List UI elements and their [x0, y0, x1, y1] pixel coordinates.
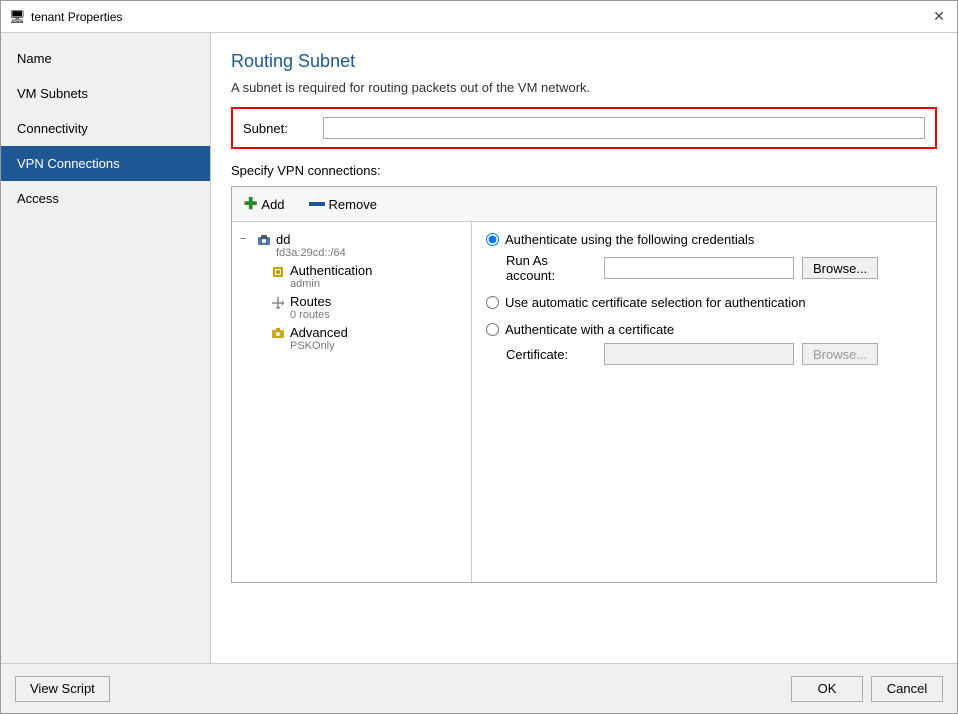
subtitle: A subnet is required for routing packets… — [231, 80, 937, 95]
subnet-input[interactable] — [323, 117, 925, 139]
sidebar-item-vm-subnets[interactable]: VM Subnets — [1, 76, 210, 111]
radio-option-credentials: Authenticate using the following credent… — [486, 232, 922, 283]
subnet-label: Subnet: — [243, 121, 323, 136]
dialog-body: Name VM Subnets Connectivity VPN Connect… — [1, 33, 957, 663]
remove-icon — [309, 202, 325, 206]
radio-certificate-label: Authenticate with a certificate — [505, 322, 674, 337]
vpn-section-label: Specify VPN connections: — [231, 163, 937, 178]
main-content: Routing Subnet A subnet is required for … — [211, 33, 957, 663]
radio-credentials[interactable] — [486, 233, 499, 246]
advanced-icon — [269, 325, 287, 343]
run-as-field-row: Run As account: Browse... — [506, 253, 922, 283]
tree-root-name: dd — [276, 232, 346, 247]
tree-panel: − dd fd3a:29cd::/64 — [232, 222, 472, 582]
view-script-button[interactable]: View Script — [15, 676, 110, 702]
sidebar-item-vpn-connections[interactable]: VPN Connections — [1, 146, 210, 181]
add-button[interactable]: ✚ Add — [240, 192, 289, 216]
tree-children: Authentication admin — [250, 261, 467, 354]
dialog: 🖥 tenant Properties ✕ Name VM Subnets Co… — [0, 0, 958, 714]
title-bar-left: 🖥 tenant Properties — [9, 9, 122, 25]
tree-node-routes[interactable]: Routes 0 routes — [250, 292, 467, 323]
radio-option-certificate: Authenticate with a certificate Certific… — [486, 322, 922, 365]
sidebar-item-connectivity[interactable]: Connectivity — [1, 111, 210, 146]
certificate-browse-button[interactable]: Browse... — [802, 343, 878, 365]
radio-auto-cert[interactable] — [486, 296, 499, 309]
radio-credentials-label: Authenticate using the following credent… — [505, 232, 754, 247]
title-icon: 🖥 — [9, 9, 25, 25]
advanced-node-name: Advanced — [290, 325, 348, 340]
run-as-input[interactable] — [604, 257, 794, 279]
footer-right: OK Cancel — [791, 676, 943, 702]
routes-node-text: Routes 0 routes — [290, 294, 331, 321]
tree-root-node[interactable]: − dd fd3a:29cd::/64 — [236, 230, 467, 261]
auth-radio-group: Authenticate using the following credent… — [486, 232, 922, 365]
vpn-area: ✚ Add Remove − — [231, 186, 937, 583]
tree-root-sub: fd3a:29cd::/64 — [276, 247, 346, 259]
title-text: tenant Properties — [31, 10, 122, 24]
certificate-label: Certificate: — [506, 347, 596, 362]
page-title: Routing Subnet — [231, 51, 937, 72]
advanced-node-sub: PSKOnly — [290, 340, 348, 352]
auth-node-text: Authentication admin — [290, 263, 372, 290]
add-label: Add — [261, 197, 284, 212]
auth-icon — [269, 263, 287, 281]
routes-node-name: Routes — [290, 294, 331, 309]
tree-expander: − — [240, 233, 252, 245]
tree-node-authentication[interactable]: Authentication admin — [250, 261, 467, 292]
tree-root-text: dd fd3a:29cd::/64 — [276, 232, 346, 259]
vpn-split: − dd fd3a:29cd::/64 — [232, 222, 936, 582]
add-icon: ✚ — [244, 194, 257, 214]
run-as-browse-button[interactable]: Browse... — [802, 257, 878, 279]
sidebar-item-name[interactable]: Name — [1, 41, 210, 76]
certificate-input[interactable] — [604, 343, 794, 365]
run-as-label: Run As account: — [506, 253, 596, 283]
auth-node-name: Authentication — [290, 263, 372, 278]
details-panel: Authenticate using the following credent… — [472, 222, 936, 582]
footer: View Script OK Cancel — [1, 663, 957, 713]
auth-node-sub: admin — [290, 278, 372, 290]
radio-row-auto-cert: Use automatic certificate selection for … — [486, 295, 922, 310]
sidebar-item-access[interactable]: Access — [1, 181, 210, 216]
routes-icon — [269, 294, 287, 312]
vpn-toolbar: ✚ Add Remove — [232, 187, 936, 222]
certificate-field-row: Certificate: Browse... — [506, 343, 922, 365]
vpn-root-icon — [255, 232, 273, 250]
radio-option-auto-cert: Use automatic certificate selection for … — [486, 295, 922, 310]
tree-node-advanced[interactable]: Advanced PSKOnly — [250, 323, 467, 354]
remove-label: Remove — [329, 197, 377, 212]
advanced-node-text: Advanced PSKOnly — [290, 325, 348, 352]
remove-button[interactable]: Remove — [305, 195, 381, 214]
sidebar: Name VM Subnets Connectivity VPN Connect… — [1, 33, 211, 663]
cancel-button[interactable]: Cancel — [871, 676, 943, 702]
radio-row-certificate: Authenticate with a certificate — [486, 322, 922, 337]
routes-node-sub: 0 routes — [290, 309, 331, 321]
radio-auto-cert-label: Use automatic certificate selection for … — [505, 295, 806, 310]
radio-certificate[interactable] — [486, 323, 499, 336]
title-bar: 🖥 tenant Properties ✕ — [1, 1, 957, 33]
radio-row-credentials: Authenticate using the following credent… — [486, 232, 922, 247]
ok-button[interactable]: OK — [791, 676, 863, 702]
subnet-box: Subnet: — [231, 107, 937, 149]
close-button[interactable]: ✕ — [929, 7, 949, 27]
